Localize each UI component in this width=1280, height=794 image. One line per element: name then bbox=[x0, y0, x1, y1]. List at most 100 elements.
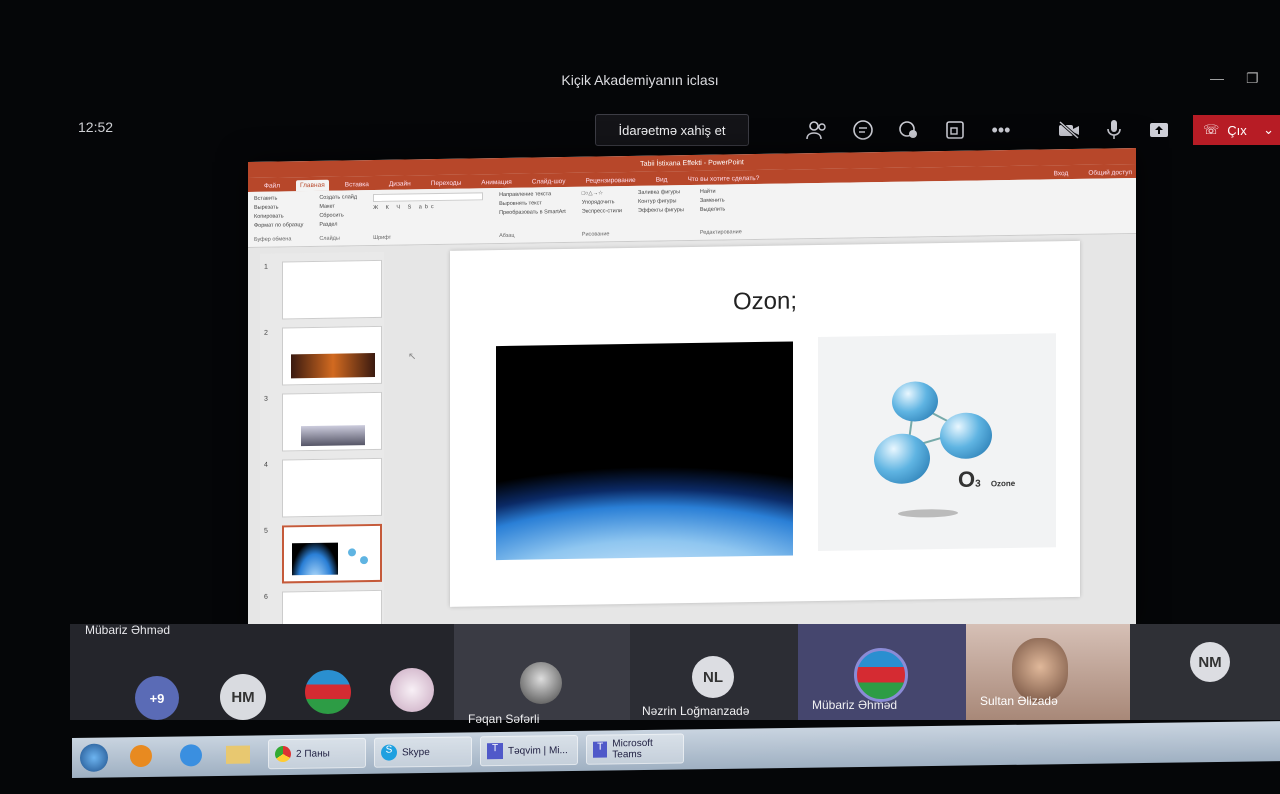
quick-styles-button[interactable]: Экспресс-стили bbox=[582, 208, 622, 215]
rooms-icon[interactable] bbox=[942, 117, 968, 143]
clipboard-group-label: Буфер обмена bbox=[254, 236, 292, 243]
more-options-icon[interactable]: ••• bbox=[988, 117, 1014, 143]
share-link[interactable]: Общий доступ bbox=[1084, 167, 1136, 179]
shape-outline-button[interactable]: Контур фигуры bbox=[638, 198, 684, 205]
microphone-icon[interactable] bbox=[1101, 117, 1127, 143]
tell-me-search[interactable]: Что вы хотите сделать? bbox=[683, 173, 763, 185]
text-direction-button[interactable]: Направление текста bbox=[499, 191, 566, 198]
skype-icon: S bbox=[381, 744, 397, 761]
arrange-button[interactable]: Упорядочить bbox=[582, 199, 622, 206]
taskbar-label: Skype bbox=[402, 746, 430, 758]
new-slide-button[interactable]: Создать слайд bbox=[319, 194, 357, 201]
taskbar-chrome[interactable]: 2 Паны bbox=[268, 737, 366, 770]
tab-animations[interactable]: Анимация bbox=[477, 177, 516, 189]
earth-atmosphere-image bbox=[496, 341, 793, 561]
align-text-button[interactable]: Выровнять текст bbox=[499, 200, 566, 207]
tab-file[interactable]: Файл bbox=[260, 180, 284, 191]
participant-tile[interactable]: NL Nəzrin Loğmanzadə bbox=[630, 624, 798, 720]
slide-thumbnail-1[interactable] bbox=[282, 259, 382, 320]
editing-group: Найти Заменить Выделить Редактирование bbox=[700, 188, 742, 236]
slide-title: Ozon; bbox=[732, 287, 798, 316]
shared-screen: Tabii İstixana Effekti - PowerPoint Файл… bbox=[248, 148, 1136, 641]
meeting-timer: 12:52 bbox=[78, 119, 114, 135]
shape-fill-button[interactable]: Заливка фигуры bbox=[638, 189, 684, 196]
chrome-icon bbox=[275, 745, 291, 763]
meeting-title: Kiçik Akademiyanın iclası bbox=[561, 72, 719, 88]
windows-taskbar: 2 Паны S Skype T Təqvim | Mi... T Micros… bbox=[72, 721, 1280, 778]
request-control-button[interactable]: İdarəetmə xahiş et bbox=[595, 114, 749, 146]
replace-button[interactable]: Заменить bbox=[700, 197, 742, 204]
start-button[interactable] bbox=[80, 743, 108, 772]
participants-icon[interactable] bbox=[804, 117, 830, 143]
participant-name: Sultan Əlizadə bbox=[980, 694, 1058, 708]
tab-review[interactable]: Рецензирование bbox=[581, 175, 639, 187]
reset-button[interactable]: Сбросить bbox=[319, 212, 357, 218]
thumb-number: 2 bbox=[264, 329, 268, 337]
internet-explorer-icon[interactable] bbox=[180, 744, 202, 767]
taskbar-skype[interactable]: S Skype bbox=[374, 736, 472, 768]
section-button[interactable]: Раздел bbox=[319, 221, 357, 228]
slides-group-label: Слайды bbox=[319, 235, 340, 242]
leave-button[interactable]: ☏ Çıx ⌄ bbox=[1193, 115, 1280, 145]
select-button[interactable]: Выделить bbox=[700, 206, 742, 213]
font-group: Ж К Ч S abc Шрифт bbox=[373, 192, 484, 242]
chevron-down-icon[interactable]: ⌄ bbox=[1263, 122, 1274, 138]
participants-strip: +9 HM Fəqan Səfərli NL Nəzrin Loğmanzadə… bbox=[70, 624, 1280, 726]
ozone-word: Ozone bbox=[990, 478, 1016, 489]
shapes-gallery-icon[interactable]: □○△→☆ bbox=[582, 190, 622, 196]
avatar bbox=[520, 662, 562, 704]
ozone-formula: O3 Ozone bbox=[958, 466, 1015, 493]
more-participants-button[interactable]: +9 bbox=[135, 676, 179, 720]
avatar-nm: NM bbox=[1190, 642, 1230, 682]
format-painter-button[interactable]: Формат по образцу bbox=[254, 222, 303, 229]
mouse-cursor-icon: ↖ bbox=[408, 351, 417, 363]
cut-button[interactable]: Вырезать bbox=[254, 204, 303, 211]
reactions-icon[interactable] bbox=[896, 117, 922, 143]
participant-name: Fəqan Səfərli bbox=[468, 712, 540, 726]
paste-button[interactable]: Вставить bbox=[254, 195, 303, 202]
layout-button[interactable]: Макет bbox=[319, 203, 357, 210]
taskbar-teams-calendar[interactable]: T Təqvim | Mi... bbox=[480, 734, 578, 767]
copy-button[interactable]: Копировать bbox=[254, 213, 303, 219]
minimize-icon[interactable]: — bbox=[1210, 70, 1224, 86]
tab-transitions[interactable]: Переходы bbox=[427, 178, 466, 190]
participant-video-tile[interactable]: Sultan Əlizadə bbox=[966, 624, 1130, 720]
font-name-input[interactable] bbox=[373, 192, 484, 203]
tab-design[interactable]: Дизайн bbox=[385, 178, 415, 189]
find-button[interactable]: Найти bbox=[700, 188, 742, 195]
taskbar-teams[interactable]: T Microsoft Teams bbox=[586, 733, 684, 765]
thumb-number: 4 bbox=[264, 461, 268, 469]
login-link[interactable]: Вход bbox=[1050, 168, 1073, 179]
tab-insert[interactable]: Вставка bbox=[341, 179, 373, 191]
slide-thumbnail-5[interactable] bbox=[282, 523, 382, 584]
current-slide[interactable]: Ozon; O3 Ozone bbox=[450, 240, 1080, 607]
folder-icon[interactable] bbox=[226, 745, 250, 764]
drawing-group: □○△→☆ Упорядочить Экспресс-стили Рисован… bbox=[581, 190, 622, 238]
tab-view[interactable]: Вид bbox=[652, 174, 672, 185]
tab-home[interactable]: Главная bbox=[295, 179, 329, 192]
avatar-flag[interactable] bbox=[305, 670, 351, 714]
chat-icon[interactable] bbox=[850, 117, 876, 143]
font-format-icons[interactable]: Ж К Ч S abc bbox=[373, 203, 483, 211]
slide-thumbnail-2[interactable] bbox=[282, 325, 382, 386]
slide-thumbnail-3[interactable] bbox=[282, 391, 382, 452]
avatar-flowers[interactable] bbox=[390, 668, 434, 712]
shape-format-group: Заливка фигуры Контур фигуры Эффекты фиг… bbox=[638, 189, 684, 237]
smartart-button[interactable]: Преобразовать в SmartArt bbox=[499, 209, 566, 216]
app-title: Tabii İstixana Effekti - PowerPoint bbox=[640, 158, 744, 168]
participant-tile[interactable]: NM bbox=[1130, 624, 1280, 720]
thumb-number: 6 bbox=[264, 593, 268, 601]
participant-tile[interactable]: Mübariz Əhməd bbox=[798, 624, 966, 720]
shape-effects-button[interactable]: Эффекты фигуры bbox=[638, 207, 684, 214]
font-group-label: Шрифт bbox=[373, 234, 392, 242]
drawing-group-label: Рисование bbox=[581, 231, 610, 238]
tab-slideshow[interactable]: Слайд-шоу bbox=[528, 176, 570, 188]
share-screen-icon[interactable] bbox=[1146, 117, 1172, 143]
avatar-hm[interactable]: HM bbox=[220, 674, 266, 720]
slide-thumbnail-4[interactable] bbox=[282, 457, 382, 518]
maximize-icon[interactable]: ❐ bbox=[1246, 70, 1259, 87]
media-player-icon[interactable] bbox=[130, 744, 152, 768]
camera-off-icon[interactable] bbox=[1056, 117, 1082, 143]
participant-tile[interactable]: Fəqan Səfərli bbox=[454, 624, 630, 726]
slides-group: Создать слайд Макет Сбросить Раздел Слай… bbox=[319, 194, 357, 242]
